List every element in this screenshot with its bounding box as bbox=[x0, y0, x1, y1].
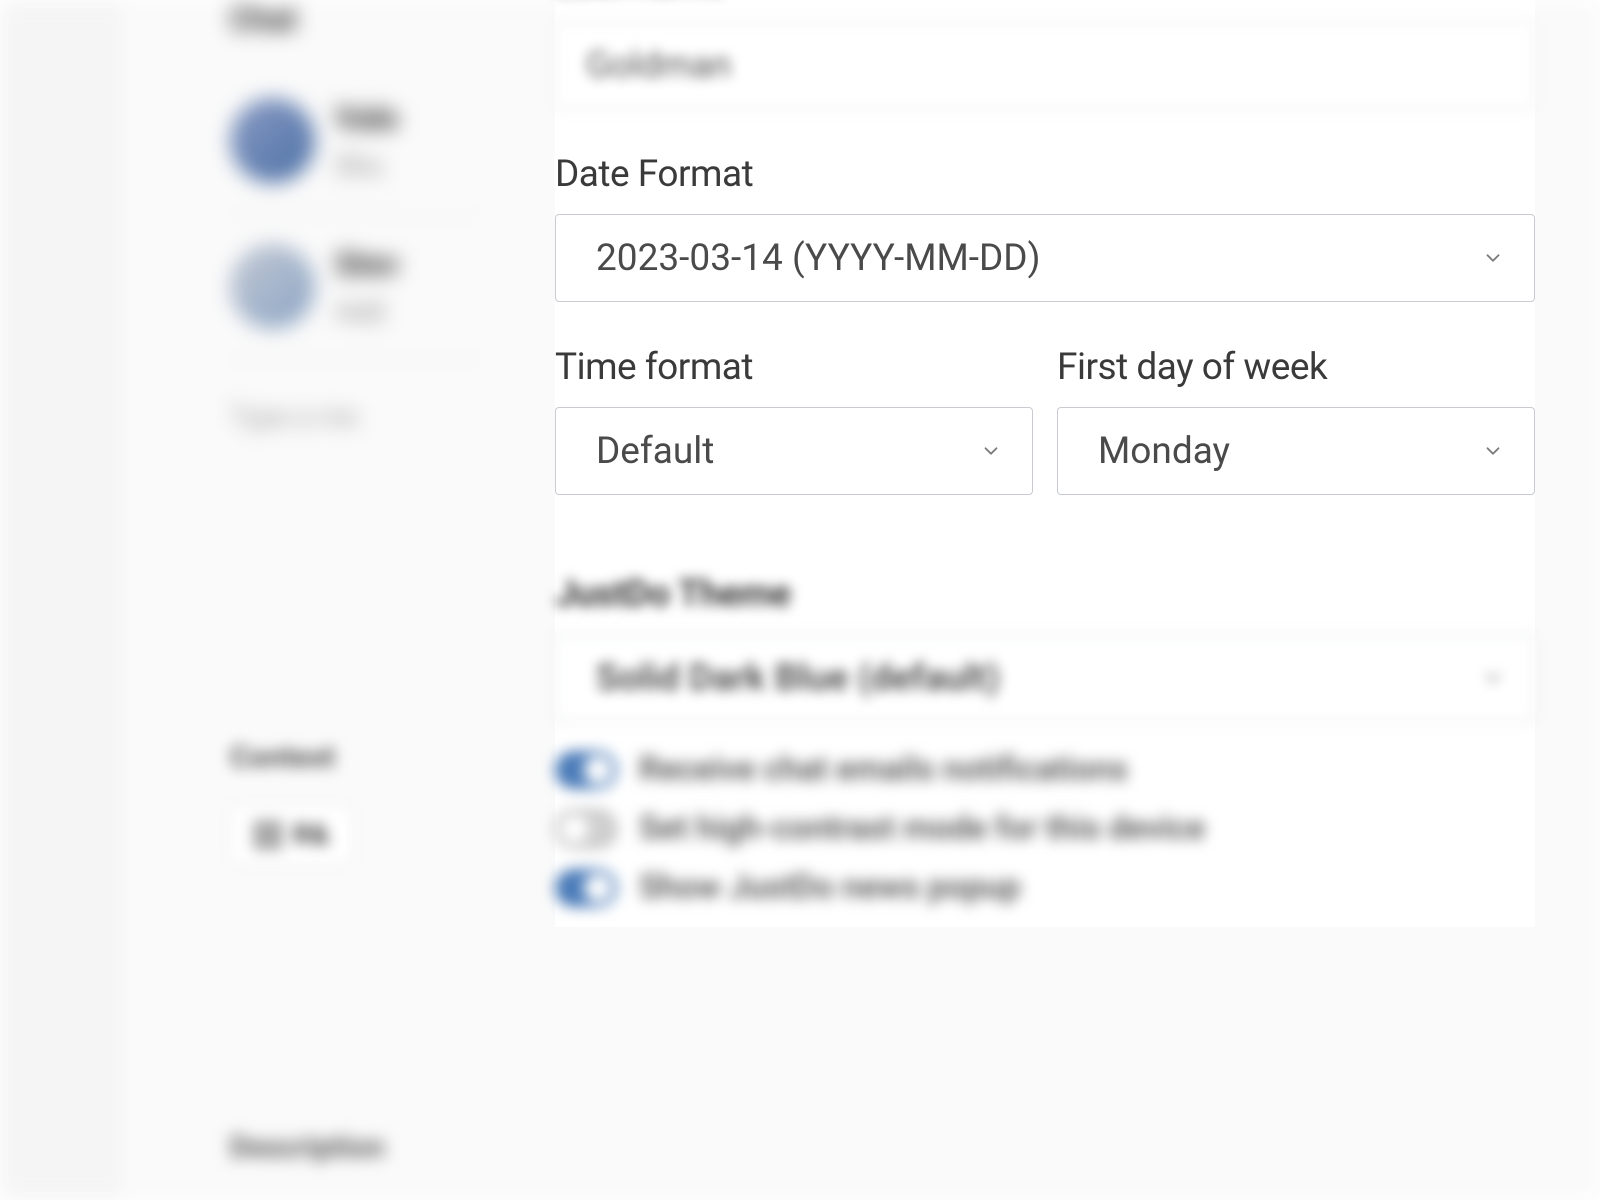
toggle-high-contrast[interactable] bbox=[555, 810, 617, 848]
contact-item: Stev Add bbox=[230, 244, 480, 329]
time-format-field-group: Time format Default bbox=[555, 346, 1033, 495]
toggle-label: Receive chat emails notifications bbox=[639, 750, 1128, 789]
message-input-placeholder: Type a me bbox=[230, 400, 480, 433]
badge-icon bbox=[253, 820, 283, 850]
first-day-select[interactable]: Monday bbox=[1057, 407, 1535, 495]
theme-value: Solid Dark Blue (default) bbox=[596, 657, 1000, 700]
theme-field-group: JustDo Theme Solid Dark Blue (default) bbox=[555, 573, 1535, 722]
avatar bbox=[230, 244, 315, 329]
chevron-down-icon bbox=[1482, 667, 1504, 689]
toggle-section: Receive chat emails notifications Set hi… bbox=[555, 750, 1535, 907]
time-format-value: Default bbox=[596, 430, 714, 473]
settings-panel: Last name Date Format 2023-03-14 (YYYY-M… bbox=[555, 0, 1535, 927]
context-section: Context R& bbox=[230, 740, 352, 864]
toggle-label: Set high-contrast mode for this device bbox=[639, 809, 1205, 848]
sidebar-title: Chat bbox=[230, 0, 480, 38]
time-format-select[interactable]: Default bbox=[555, 407, 1033, 495]
chevron-down-icon bbox=[1482, 247, 1504, 269]
last-name-input[interactable] bbox=[555, 21, 1535, 109]
last-name-field-group: Last name bbox=[555, 0, 1535, 109]
last-name-label: Last name bbox=[555, 0, 1535, 3]
description-section: Description bbox=[230, 1130, 384, 1165]
chevron-down-icon bbox=[980, 440, 1002, 462]
date-format-field-group: Date Format 2023-03-14 (YYYY-MM-DD) bbox=[555, 153, 1535, 302]
contact-subtitle: Add bbox=[335, 295, 399, 328]
first-day-value: Monday bbox=[1098, 430, 1230, 473]
toggle-row-contrast: Set high-contrast mode for this device bbox=[555, 809, 1535, 848]
date-format-label: Date Format bbox=[555, 153, 1535, 196]
context-label: Context bbox=[230, 740, 352, 775]
contact-subtitle: Sho bbox=[335, 149, 398, 182]
time-day-row: Time format Default First day of week Mo… bbox=[555, 346, 1535, 523]
theme-select[interactable]: Solid Dark Blue (default) bbox=[555, 634, 1535, 722]
toggle-email-notifications[interactable] bbox=[555, 751, 617, 789]
contact-name: Vale bbox=[335, 99, 398, 137]
first-day-label: First day of week bbox=[1057, 346, 1535, 389]
context-badge: R& bbox=[230, 805, 352, 864]
badge-text: R& bbox=[293, 818, 329, 851]
time-format-label: Time format bbox=[555, 346, 1033, 389]
left-rail bbox=[0, 0, 120, 1200]
description-label: Description bbox=[230, 1130, 384, 1165]
date-format-value: 2023-03-14 (YYYY-MM-DD) bbox=[596, 237, 1040, 280]
theme-label: JustDo Theme bbox=[555, 573, 1535, 616]
first-day-field-group: First day of week Monday bbox=[1057, 346, 1535, 495]
chat-sidebar: Chat Vale Sho Stev Add Type a me bbox=[230, 0, 480, 1200]
toggle-row-email: Receive chat emails notifications bbox=[555, 750, 1535, 789]
toggle-label: Show JustDo news popup bbox=[639, 868, 1021, 907]
toggle-row-news: Show JustDo news popup bbox=[555, 868, 1535, 907]
date-format-select[interactable]: 2023-03-14 (YYYY-MM-DD) bbox=[555, 214, 1535, 302]
contact-item: Vale Sho bbox=[230, 98, 480, 183]
contact-name: Stev bbox=[335, 245, 399, 283]
toggle-news-popup[interactable] bbox=[555, 869, 617, 907]
avatar bbox=[230, 98, 315, 183]
chevron-down-icon bbox=[1482, 440, 1504, 462]
